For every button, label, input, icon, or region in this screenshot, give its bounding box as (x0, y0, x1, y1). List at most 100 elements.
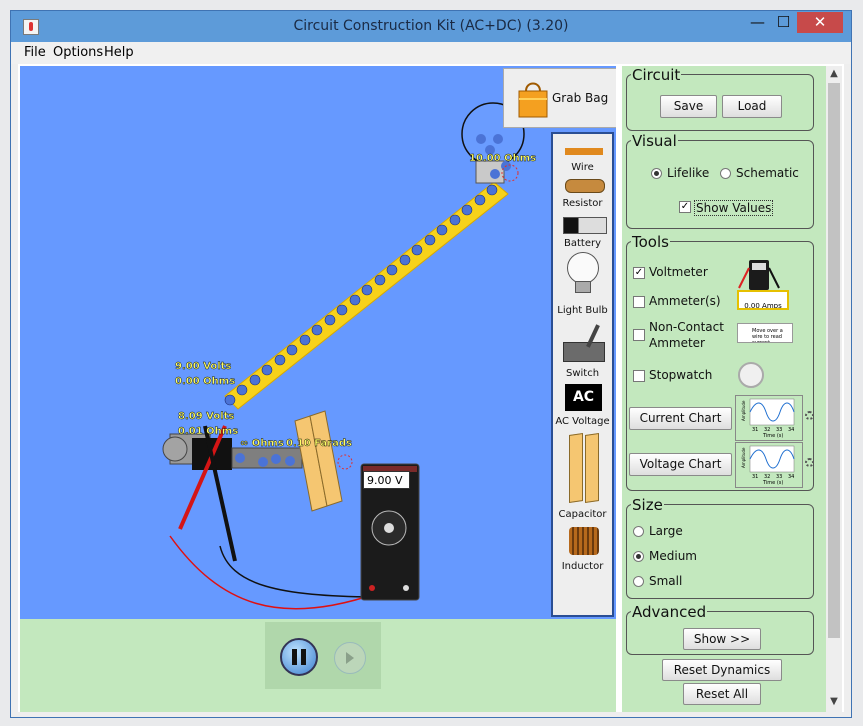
show-advanced-button[interactable]: Show >> (683, 628, 761, 650)
save-button[interactable]: Save (660, 95, 717, 118)
stopwatch-label[interactable]: Stopwatch (649, 368, 712, 382)
app-window: Circuit Construction Kit (AC+DC) (3.20) … (10, 10, 852, 718)
visual-group-title: Visual (631, 132, 678, 150)
window-title: Circuit Construction Kit (AC+DC) (3.20) (293, 18, 569, 34)
tool-inductor-label[interactable]: Inductor (553, 561, 612, 572)
size-medium-radio[interactable] (633, 551, 644, 562)
tool-switch-label[interactable]: Switch (553, 368, 612, 379)
load-button[interactable]: Load (722, 95, 782, 118)
step-button[interactable] (334, 642, 366, 674)
shopping-bag-icon (518, 82, 548, 118)
ac-voltage-icon[interactable]: AC (565, 384, 602, 411)
noncontact-ammeter-label-1[interactable]: Non-Contact (649, 320, 724, 334)
switch-icon[interactable] (563, 342, 605, 362)
circuit-drawing: 10.00 Ohms 9.00 Volts 0.00 Ohms 8.09 Vol… (162, 102, 536, 610)
circuit-group-title: Circuit (631, 66, 682, 84)
battery-icon[interactable] (563, 217, 607, 234)
noncontact-ammeter-checkbox[interactable] (633, 329, 645, 341)
tools-group: Tools ✓ Voltmeter Ammeter(s) 0.00 Amps N… (626, 233, 814, 491)
voltage-chart-icon: Amplitude 31 32 33 34 Time (s) (735, 442, 803, 488)
menu-options[interactable]: Options (53, 45, 103, 60)
close-button[interactable]: ✕ (797, 12, 843, 33)
show-values-label[interactable]: Show Values (694, 200, 774, 216)
ammeters-checkbox[interactable] (633, 296, 645, 308)
tool-resistor-label[interactable]: Resistor (553, 198, 612, 209)
stopwatch-checkbox[interactable] (633, 370, 645, 382)
voltage-chart-xlabel: Time (s) (762, 480, 783, 486)
battery-ohms-label: 0.00 Ohms (175, 376, 235, 387)
lifelike-radio[interactable] (651, 168, 662, 179)
schematic-label[interactable]: Schematic (736, 166, 799, 180)
scroll-up-arrow-icon[interactable]: ▲ (826, 66, 842, 82)
show-values-checkbox[interactable]: ✓ (679, 201, 691, 213)
size-large-radio[interactable] (633, 526, 644, 537)
client-area: 10.00 Ohms 9.00 Volts 0.00 Ohms 8.09 Vol… (18, 64, 844, 712)
minimize-button[interactable]: — (744, 12, 771, 33)
tool-ac-voltage-label[interactable]: AC Voltage (553, 416, 612, 427)
scroll-down-arrow-icon[interactable]: ▼ (826, 694, 842, 710)
tool-wire-label[interactable]: Wire (553, 162, 612, 173)
component-toolbox: Wire Resistor Battery Light Bulb Switch … (551, 132, 614, 617)
lifelike-label[interactable]: Lifelike (667, 166, 709, 180)
size-medium-label[interactable]: Medium (649, 549, 697, 563)
source-ohms-label: 0.01 Ohms (178, 426, 238, 437)
tool-battery-label[interactable]: Battery (553, 238, 612, 249)
circuit-canvas[interactable]: 10.00 Ohms 9.00 Volts 0.00 Ohms 8.09 Vol… (20, 66, 616, 619)
capacitance-label: 0.10 Farads (286, 438, 352, 449)
battery-volts-label: 9.00 Volts (175, 361, 231, 372)
size-large-label[interactable]: Large (649, 524, 683, 538)
voltage-chart-ylabel: Amplitude (741, 447, 746, 468)
size-group: Size Large Medium Small (626, 496, 814, 599)
voltage-chart-button[interactable]: Voltage Chart (629, 453, 732, 476)
tool-capacitor-label[interactable]: Capacitor (553, 509, 612, 520)
current-chart-button[interactable]: Current Chart (629, 407, 732, 430)
inductor-icon[interactable] (569, 527, 599, 555)
scrollbar-thumb[interactable] (828, 83, 840, 638)
tools-group-title: Tools (631, 233, 670, 251)
capacitor-icon[interactable] (569, 433, 583, 503)
reset-dynamics-button[interactable]: Reset Dynamics (662, 659, 782, 681)
ammeter-icon: 0.00 Amps (737, 290, 789, 310)
gear-icon[interactable] (805, 458, 814, 467)
size-small-radio[interactable] (633, 576, 644, 587)
reset-all-button[interactable]: Reset All (683, 683, 761, 705)
noncontact-ammeter-icon: Move over a wire to read current (737, 323, 793, 343)
playback-area (20, 619, 616, 712)
grab-bag-button[interactable]: Grab Bag (503, 68, 616, 128)
wire-icon[interactable] (565, 148, 603, 155)
voltmeter-checkbox[interactable]: ✓ (633, 267, 645, 279)
noncontact-ammeter-label-2[interactable]: Ammeter (649, 336, 705, 350)
grab-bag-label: Grab Bag (552, 91, 609, 105)
resistor-icon[interactable] (565, 179, 605, 193)
visual-group: Visual Lifelike Schematic ✓ Show Values (626, 132, 814, 229)
voltmeter-label[interactable]: Voltmeter (649, 265, 708, 279)
title-bar[interactable]: Circuit Construction Kit (AC+DC) (3.20) … (11, 11, 851, 42)
playback-controls (265, 622, 381, 689)
menu-file[interactable]: File (24, 45, 46, 60)
maximize-button[interactable]: ☐ (770, 12, 797, 33)
ammeters-label[interactable]: Ammeter(s) (649, 294, 721, 308)
size-small-label[interactable]: Small (649, 574, 682, 588)
current-chart-xlabel: Time (s) (762, 433, 783, 439)
tool-light-bulb-label[interactable]: Light Bulb (553, 305, 612, 316)
vertical-scrollbar[interactable]: ▲ ▼ (826, 66, 842, 712)
voltage-chart-tick-0: 31 (752, 474, 758, 480)
gear-icon[interactable] (805, 411, 814, 420)
advanced-group: Advanced Show >> (626, 603, 814, 655)
current-chart-tick-0: 31 (752, 427, 758, 433)
schematic-radio[interactable] (720, 168, 731, 179)
advanced-group-title: Advanced (631, 603, 708, 621)
menu-help[interactable]: Help (104, 45, 134, 60)
bulb-base (475, 160, 505, 184)
current-chart-ylabel: Amplitude (741, 400, 746, 421)
stopwatch-icon (738, 362, 764, 388)
voltmeter-icon (738, 260, 780, 290)
menu-bar: File Options Help (11, 42, 851, 64)
light-bulb-icon[interactable] (567, 252, 599, 284)
switch-resistance-label: ∞ Ohms (240, 438, 284, 449)
pause-button[interactable] (280, 638, 318, 676)
bulb-resistance-label: 10.00 Ohms (469, 153, 536, 164)
current-chart-tick-3: 34 (788, 427, 794, 433)
voltage-chart-tick-3: 34 (788, 474, 794, 480)
source-volts-label: 8.09 Volts (178, 411, 234, 422)
